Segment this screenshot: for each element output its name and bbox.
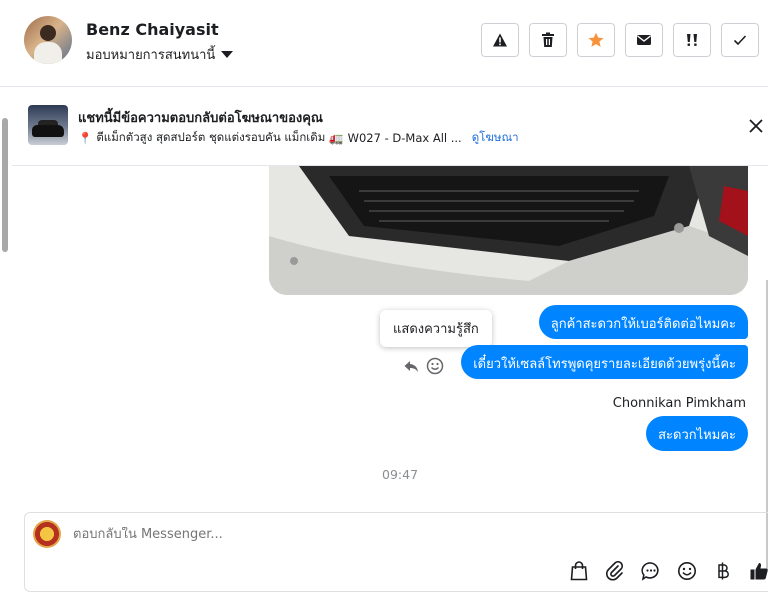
star-icon bbox=[588, 32, 604, 47]
delete-button[interactable] bbox=[529, 23, 567, 57]
chat-bubble-icon bbox=[641, 562, 659, 581]
mail-icon bbox=[637, 35, 651, 45]
contact-name[interactable]: Benz Chaiyasit bbox=[86, 20, 219, 39]
pin-icon: 📍 bbox=[78, 131, 93, 145]
paperclip-icon bbox=[606, 561, 624, 581]
saved-replies-button[interactable] bbox=[639, 559, 663, 583]
reply-input[interactable] bbox=[73, 527, 673, 542]
page-avatar bbox=[33, 520, 61, 548]
emoji-button[interactable] bbox=[675, 559, 699, 583]
assign-conversation-dropdown[interactable]: มอบหมายการสนทนานี้ bbox=[86, 44, 234, 65]
car-trunk-photo bbox=[269, 166, 748, 295]
attach-button[interactable] bbox=[603, 559, 627, 583]
ad-banner-title: แชทนี้มีข้อความตอบกลับต่อโฆษณาของคุณ bbox=[78, 111, 323, 126]
check-icon bbox=[733, 35, 747, 46]
like-button[interactable] bbox=[747, 559, 768, 583]
message-timestamp: 09:47 bbox=[382, 467, 419, 482]
sender-name: Chonnikan Pimkham bbox=[612, 396, 746, 411]
baht-icon bbox=[718, 562, 729, 580]
ad-reply-banner: แชทนี้มีข้อความตอบกลับต่อโฆษณาของคุณ 📍 ต… bbox=[12, 87, 768, 166]
thumbs-up-icon bbox=[750, 563, 768, 580]
message-bubble[interactable]: ลูกค้าสะดวกให้เบอร์ติดต่อไหมคะ bbox=[538, 305, 748, 339]
contact-avatar[interactable] bbox=[24, 16, 72, 64]
trash-icon bbox=[542, 32, 554, 47]
mark-unread-button[interactable] bbox=[625, 23, 663, 57]
assign-label: มอบหมายการสนทนานี้ bbox=[86, 48, 216, 63]
warning-icon bbox=[493, 33, 507, 47]
view-ad-link[interactable]: ดูโฆษณา bbox=[472, 129, 519, 147]
close-icon bbox=[749, 119, 763, 133]
shop-button[interactable] bbox=[567, 559, 591, 583]
ad-thumbnail[interactable] bbox=[28, 105, 68, 145]
ad-description-text-2: W027 - D-Max All ... bbox=[347, 131, 462, 145]
emoji-icon bbox=[678, 562, 696, 580]
mark-done-button[interactable] bbox=[721, 23, 759, 57]
shopping-bag-icon bbox=[570, 561, 588, 581]
react-button[interactable] bbox=[426, 357, 444, 375]
message-composer bbox=[24, 512, 768, 592]
star-button[interactable] bbox=[577, 23, 615, 57]
ad-description: 📍 ตีแม็กตัวสูง สุดสปอร์ต ชุดแต่งรอบคัน แ… bbox=[78, 129, 519, 147]
close-banner-button[interactable] bbox=[746, 116, 766, 136]
caret-down-icon bbox=[221, 51, 234, 58]
message-bubble[interactable]: เดี๋ยวให้เซลล์โทรพูดคุยรายละเอียดด้วยพรุ… bbox=[461, 345, 748, 379]
spam-warning-button[interactable] bbox=[481, 23, 519, 57]
truck-icon: 🚛 bbox=[329, 131, 344, 145]
mark-important-button[interactable] bbox=[673, 23, 711, 57]
conversation-header: Benz Chaiyasit มอบหมายการสนทนานี้ bbox=[0, 0, 768, 87]
reaction-tooltip: แสดงความรู้สึก bbox=[380, 310, 492, 347]
smiley-icon bbox=[426, 357, 444, 375]
shared-image[interactable] bbox=[269, 166, 748, 295]
important-icon bbox=[687, 34, 697, 46]
ad-description-text-1: ตีแม็กตัวสูง สุดสปอร์ต ชุดแต่งรอบคัน แม็… bbox=[96, 130, 326, 144]
reply-icon bbox=[404, 361, 418, 372]
message-bubble[interactable]: สะดวกไหมคะ bbox=[646, 416, 748, 451]
payment-button[interactable] bbox=[711, 559, 735, 583]
left-scrollbar[interactable] bbox=[2, 118, 8, 252]
reply-button[interactable] bbox=[403, 358, 419, 374]
